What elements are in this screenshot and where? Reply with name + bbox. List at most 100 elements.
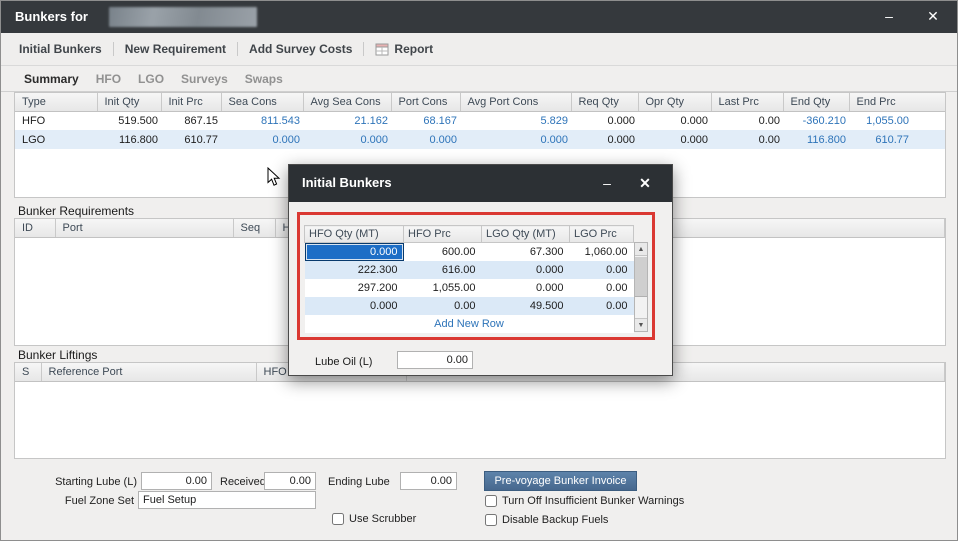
initial-bunkers-grid: HFO Qty (MT) HFO Prc LGO Qty (MT) LGO Pr… [304, 225, 634, 333]
summary-row-hfo[interactable]: HFO 519.500 867.15 811.543 21.162 68.167… [15, 111, 946, 130]
grid-cell[interactable]: 0.000 [482, 279, 570, 297]
col-id: ID [15, 219, 55, 237]
add-new-row: Add New Row [305, 315, 634, 333]
minimize-button[interactable]: – [879, 8, 899, 24]
use-scrubber-label: Use Scrubber [349, 513, 416, 525]
col-hfo-qty: HFO Qty (MT) [305, 226, 404, 243]
dialog-row: 297.200 1,055.00 0.000 0.00 [305, 279, 634, 297]
scrollbar-thumb[interactable] [635, 257, 647, 297]
grid-cell[interactable]: 0.00 [404, 297, 482, 315]
grid-cell[interactable]: 222.300 [305, 261, 404, 279]
tab-swaps[interactable]: Swaps [245, 72, 283, 86]
summary-cell: 0.00 [711, 130, 783, 149]
fuel-zone-set-field[interactable] [138, 491, 316, 509]
tab-lgo[interactable]: LGO [138, 72, 164, 86]
tab-bar: Summary HFO LGO Surveys Swaps [1, 66, 957, 92]
summary-cell: 0.000 [638, 130, 711, 149]
grid-cell[interactable]: 600.00 [404, 243, 482, 261]
toolbar-initial-bunkers[interactable]: Initial Bunkers [19, 42, 102, 56]
tab-summary[interactable]: Summary [24, 72, 79, 86]
summary-row-lgo[interactable]: LGO 116.800 610.77 0.000 0.000 0.000 0.0… [15, 130, 946, 149]
dialog-header-row: HFO Qty (MT) HFO Prc LGO Qty (MT) LGO Pr… [305, 226, 634, 243]
summary-cell: 811.543 [221, 111, 303, 130]
summary-cell: 1,055.00 [849, 111, 946, 130]
summary-cell: 0.000 [460, 130, 571, 149]
lube-oil-input[interactable] [397, 351, 473, 369]
dialog-close-button[interactable]: ✕ [636, 175, 654, 192]
grid-cell[interactable]: 0.00 [570, 297, 634, 315]
dialog-row: 0.000 0.00 49.500 0.00 [305, 297, 634, 315]
summary-cell: 5.829 [460, 111, 571, 130]
use-scrubber-checkbox[interactable] [332, 513, 344, 525]
bunker-liftings-grid: S Reference Port HFO [14, 362, 946, 459]
summary-cell: 0.000 [571, 111, 638, 130]
ending-lube-input[interactable] [400, 472, 457, 490]
received-input[interactable] [264, 472, 316, 490]
initial-bunkers-dialog: Initial Bunkers – ✕ HFO Qty (MT) HFO Prc… [288, 164, 673, 376]
scrollbar-down-icon[interactable]: ▼ [635, 318, 647, 331]
col-opr-qty: Opr Qty [638, 93, 711, 111]
ending-lube-label: Ending Lube [328, 476, 390, 488]
col-hfo-prc: HFO Prc [404, 226, 482, 243]
grid-cell[interactable]: 297.200 [305, 279, 404, 297]
col-port-cons: Port Cons [391, 93, 460, 111]
grid-cell[interactable]: 0.00 [570, 261, 634, 279]
dialog-minimize-button[interactable]: – [598, 175, 616, 191]
col-s: S [15, 363, 41, 381]
turn-off-warnings-checkbox[interactable] [485, 495, 497, 507]
summary-cell: 116.800 [97, 130, 161, 149]
col-end-qty: End Qty [783, 93, 849, 111]
col-type: Type [15, 93, 97, 111]
summary-cell: -360.210 [783, 111, 849, 130]
summary-cell: 116.800 [783, 130, 849, 149]
grid-cell[interactable]: 1,055.00 [404, 279, 482, 297]
summary-cell: 0.00 [711, 111, 783, 130]
bunkers-window: Bunkers for – ✕ Initial Bunkers New Requ… [0, 0, 958, 541]
col-end-prc: End Prc [849, 93, 946, 111]
selected-cell[interactable]: 0.000 [305, 243, 404, 261]
annotation-red-box: HFO Qty (MT) HFO Prc LGO Qty (MT) LGO Pr… [297, 212, 655, 340]
col-last-prc: Last Prc [711, 93, 783, 111]
toolbar-new-requirement[interactable]: New Requirement [125, 42, 226, 56]
col-avg-port-cons: Avg Port Cons [460, 93, 571, 111]
col-sea-cons: Sea Cons [221, 93, 303, 111]
col-init-qty: Init Qty [97, 93, 161, 111]
col-reference-port: Reference Port [41, 363, 256, 381]
disable-backup-fuels-label: Disable Backup Fuels [502, 514, 608, 526]
grid-cell[interactable]: 67.300 [482, 243, 570, 261]
close-button[interactable]: ✕ [923, 8, 943, 25]
dialog-scrollbar[interactable]: ▲ ▼ [634, 242, 648, 332]
dialog-row: 0.000 600.00 67.300 1,060.00 [305, 243, 634, 261]
disable-backup-fuels-checkbox[interactable] [485, 514, 497, 526]
toolbar-separator [113, 42, 114, 56]
fuel-zone-set-label: Fuel Zone Set [41, 495, 134, 507]
window-title: Bunkers for [15, 9, 88, 24]
received-label: Received [220, 476, 266, 488]
toolbar-add-survey-costs[interactable]: Add Survey Costs [249, 42, 352, 56]
col-lgo-qty: LGO Qty (MT) [482, 226, 570, 243]
grid-cell[interactable]: 0.00 [570, 279, 634, 297]
col-seq: Seq [233, 219, 275, 237]
summary-cell: 0.000 [391, 130, 460, 149]
grid-cell[interactable]: 1,060.00 [570, 243, 634, 261]
grid-cell[interactable]: 0.000 [482, 261, 570, 279]
toolbar-report-label: Report [394, 42, 433, 56]
dialog-title-bar: Initial Bunkers – ✕ [289, 165, 672, 202]
toolbar-separator [363, 42, 364, 56]
scrollbar-up-icon[interactable]: ▲ [635, 243, 647, 256]
summary-cell: 867.15 [161, 111, 221, 130]
toolbar-report[interactable]: Report [375, 42, 433, 56]
summary-cell: 610.77 [849, 130, 946, 149]
dialog-title: Initial Bunkers [302, 175, 392, 190]
grid-cell[interactable]: 49.500 [482, 297, 570, 315]
tab-surveys[interactable]: Surveys [181, 72, 228, 86]
dialog-row: 222.300 616.00 0.000 0.00 [305, 261, 634, 279]
grid-cell[interactable]: 616.00 [404, 261, 482, 279]
pre-voyage-bunker-invoice-button[interactable]: Pre-voyage Bunker Invoice [484, 471, 637, 491]
add-new-row-link[interactable]: Add New Row [305, 315, 634, 333]
grid-cell[interactable]: 0.000 [305, 297, 404, 315]
tab-hfo[interactable]: HFO [96, 72, 121, 86]
starting-lube-input[interactable] [141, 472, 212, 490]
col-port: Port [55, 219, 233, 237]
summary-cell: LGO [15, 130, 97, 149]
